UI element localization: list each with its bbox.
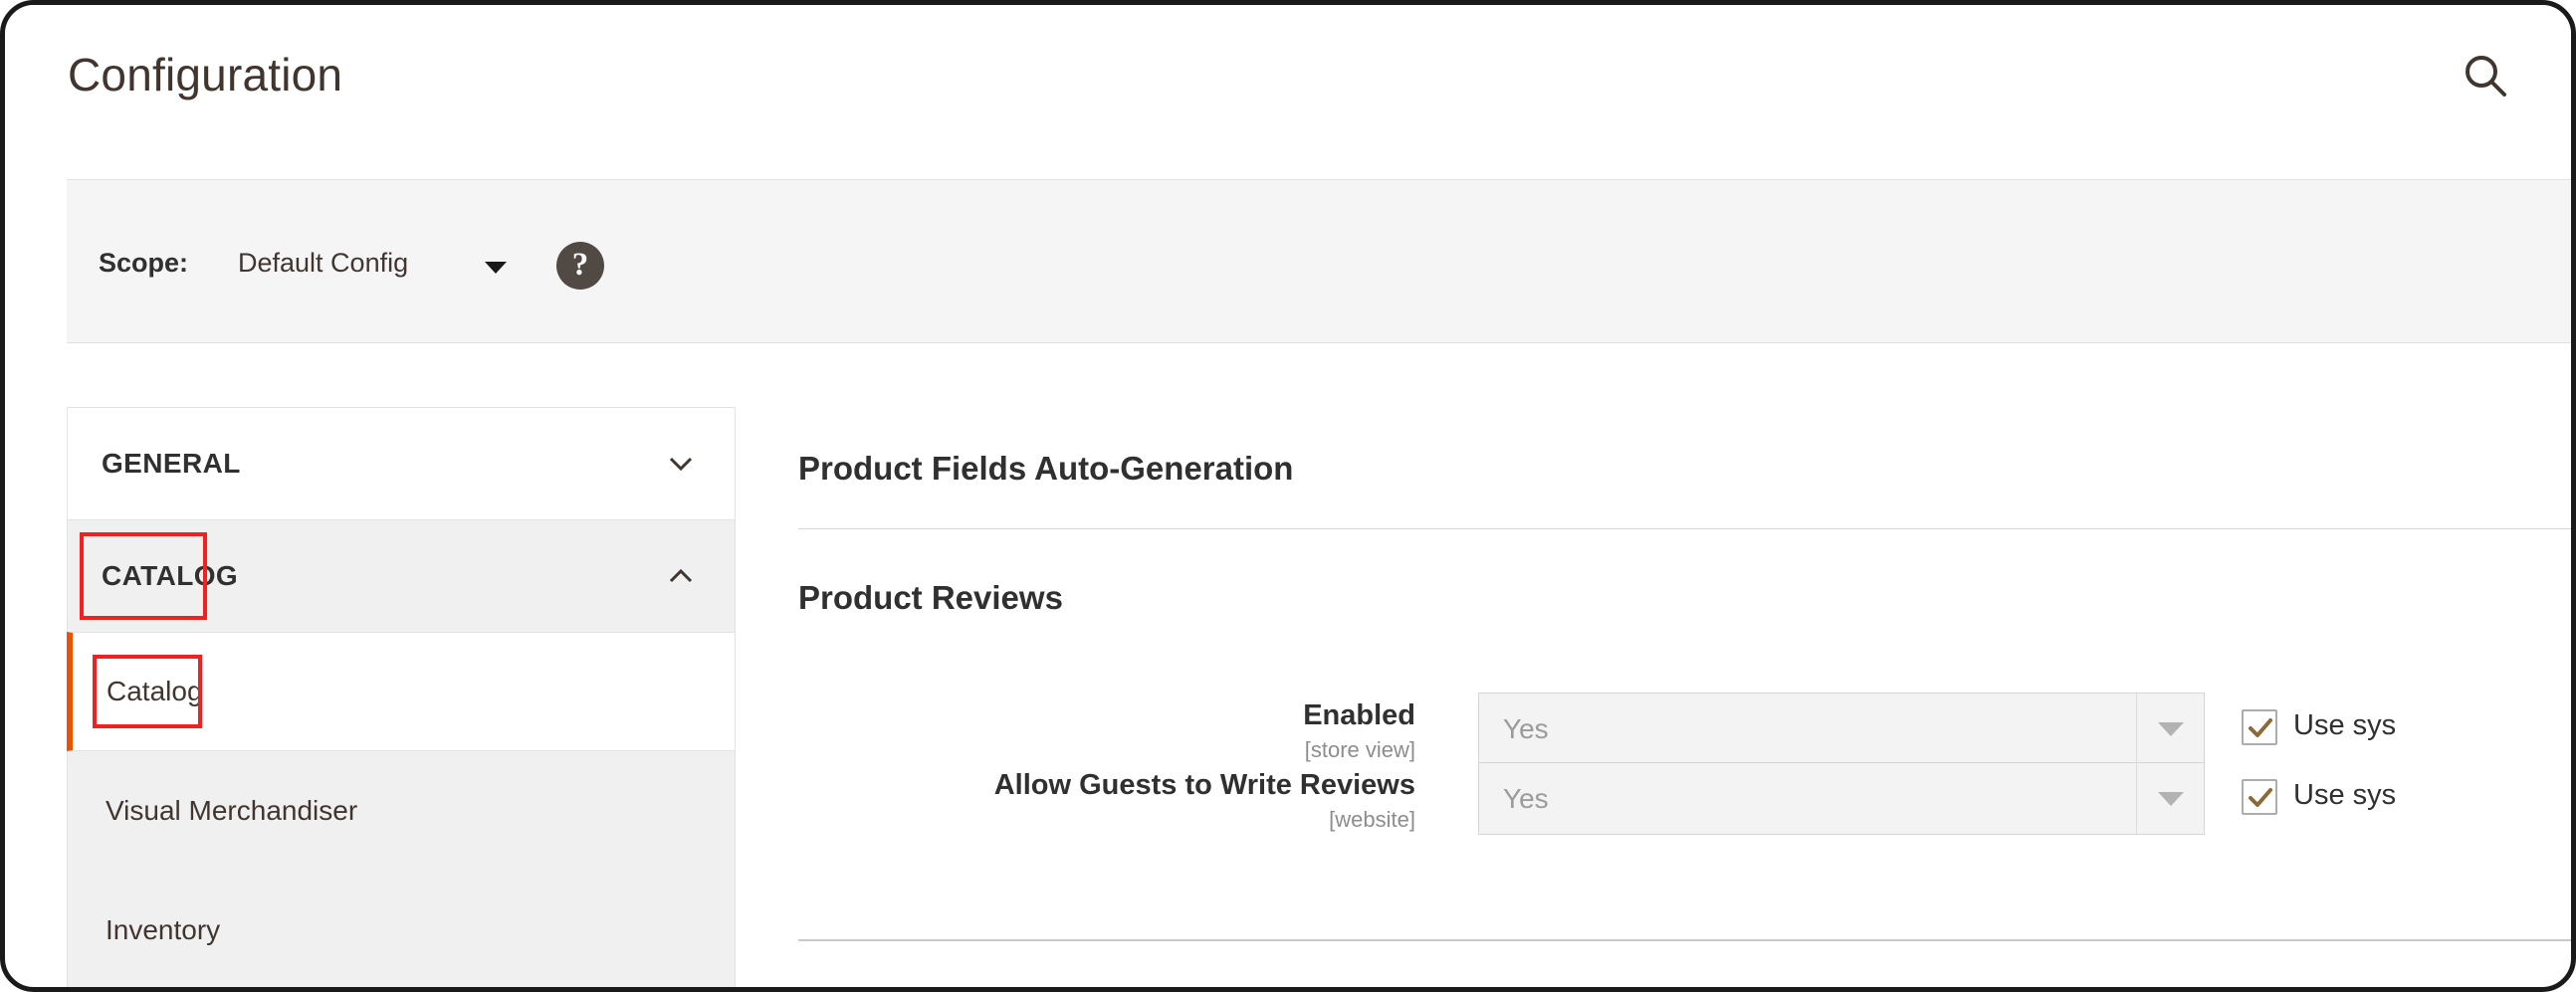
sidebar-item-label: Catalog [107, 676, 203, 706]
sidebar-item-label: Visual Merchandiser [106, 795, 358, 826]
field-row-enabled: Enabled [store view] Yes Use sys [798, 690, 2571, 769]
chevron-down-icon[interactable] [485, 262, 507, 274]
scope-selector[interactable]: Default Config [238, 248, 408, 279]
config-content: Product Fields Auto-Generation Product R… [798, 407, 2571, 987]
allow-guests-select[interactable]: Yes [1478, 762, 2205, 835]
question-mark-icon[interactable]: ? [556, 242, 604, 290]
app-window: Configuration Scope: Default Config ? GE… [0, 0, 2576, 992]
enabled-select[interactable]: Yes [1478, 693, 2205, 765]
sidebar-item-catalog[interactable]: Catalog [67, 632, 736, 751]
sidebar-item-inventory[interactable]: Inventory [67, 871, 736, 987]
sidebar-section-catalog[interactable]: CATALOG [67, 519, 736, 632]
use-system-value-label: Use sys [2293, 779, 2397, 811]
search-icon[interactable] [2457, 48, 2516, 107]
field-scope-hint: [website] [1329, 807, 1415, 832]
page-title: Configuration [68, 49, 343, 100]
page-header: Configuration [5, 5, 2571, 176]
content-bottom-divider [798, 939, 2571, 941]
sidebar-section-label: CATALOG [102, 560, 239, 591]
field-label: Allow Guests to Write Reviews [993, 769, 1415, 801]
field-row-allow-guests: Allow Guests to Write Reviews [website] … [798, 759, 2571, 839]
field-label: Enabled [1303, 699, 1415, 731]
chevron-down-icon[interactable] [2136, 763, 2204, 834]
sidebar-section-label: GENERAL [102, 448, 241, 479]
use-system-value-label: Use sys [2293, 709, 2397, 741]
use-system-value-checkbox[interactable] [2242, 779, 2277, 815]
sidebar-item-visual-merchandiser[interactable]: Visual Merchandiser [67, 751, 736, 871]
chevron-down-icon[interactable] [665, 448, 697, 480]
use-system-value-checkbox[interactable] [2242, 709, 2277, 745]
section-divider [798, 528, 2571, 529]
scope-label: Scope: [99, 248, 189, 278]
sidebar-item-label: Inventory [106, 914, 221, 945]
select-value: Yes [1503, 782, 1549, 814]
sidebar-section-general[interactable]: GENERAL [67, 407, 736, 519]
chevron-down-icon[interactable] [2136, 694, 2204, 764]
config-sidebar: GENERAL CATALOG Catalog Visual Merchandi… [67, 407, 736, 987]
chevron-up-icon[interactable] [665, 560, 697, 592]
section-heading-product-reviews: Product Reviews [798, 579, 1063, 616]
section-heading-product-fields: Product Fields Auto-Generation [798, 450, 1294, 487]
select-value: Yes [1503, 712, 1549, 744]
scope-bar: Scope: Default Config ? [67, 179, 2571, 343]
